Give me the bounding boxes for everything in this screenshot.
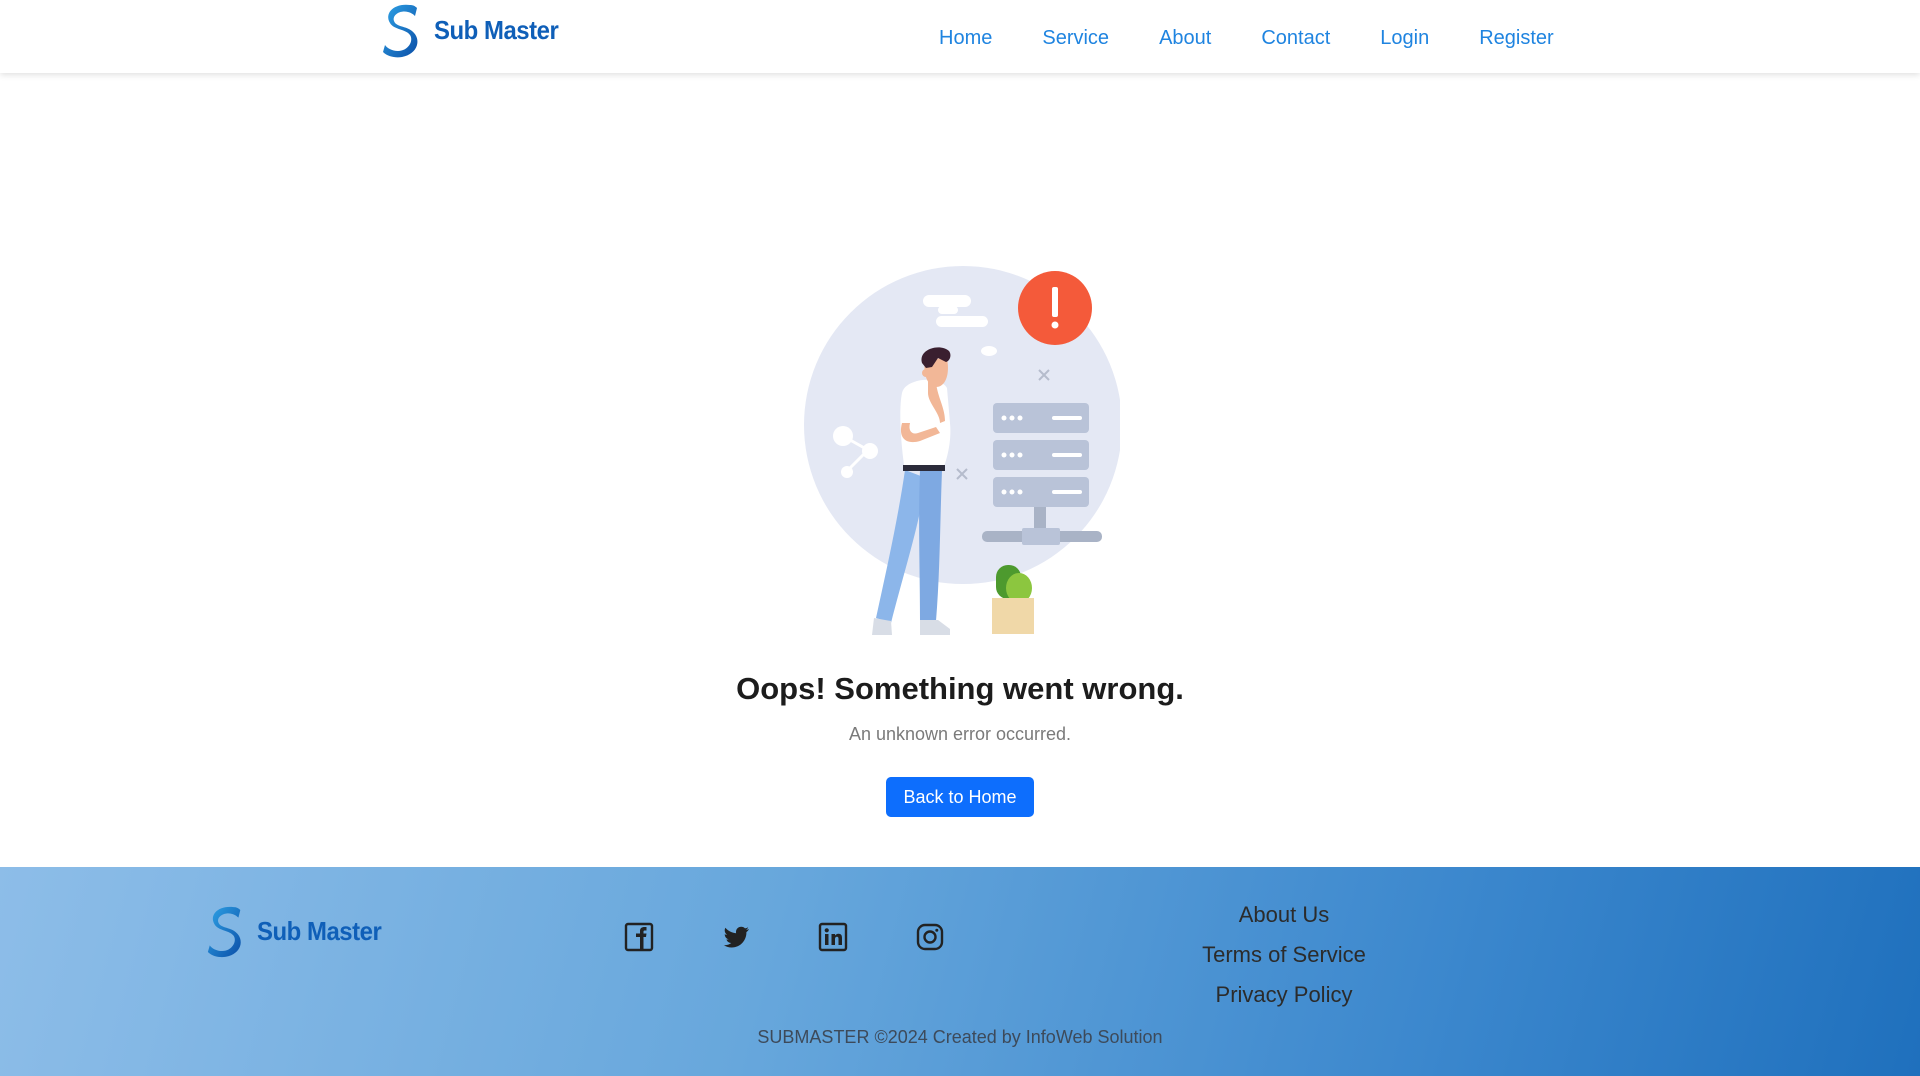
brand-logo-link[interactable]: Sub Master <box>380 0 569 60</box>
footer: Sub Master About Us Terms of Service Pri… <box>0 867 1920 1076</box>
instagram-icon[interactable] <box>913 920 947 954</box>
main-nav: Home Service About Contact Login Registe… <box>939 24 1604 52</box>
twitter-icon[interactable] <box>719 920 753 954</box>
error-title: Oops! Something went wrong. <box>736 671 1184 706</box>
nav-contact[interactable]: Contact <box>1261 24 1330 52</box>
social-links <box>622 920 1010 954</box>
facebook-icon[interactable] <box>622 920 656 954</box>
footer-link-about-us[interactable]: About Us <box>1134 895 1434 935</box>
sub-master-logo-icon <box>207 906 241 958</box>
back-to-home-button[interactable]: Back to Home <box>886 777 1034 817</box>
footer-link-privacy-policy[interactable]: Privacy Policy <box>1134 975 1434 1015</box>
server-error-illustration <box>804 266 1120 635</box>
copyright-text: SUBMASTER ©2024 Created by InfoWeb Solut… <box>757 1027 1163 1047</box>
footer-brand-name: Sub Master <box>257 915 382 946</box>
nav-login[interactable]: Login <box>1380 24 1429 52</box>
footer-brand-link[interactable]: Sub Master <box>205 901 392 961</box>
error-content: Oops! Something went wrong. An unknown e… <box>0 73 1920 867</box>
footer-link-terms-of-service[interactable]: Terms of Service <box>1134 935 1434 975</box>
error-message: An unknown error occurred. <box>848 724 1072 744</box>
sub-master-logo-icon <box>383 4 418 58</box>
nav-register[interactable]: Register <box>1479 24 1553 52</box>
nav-about[interactable]: About <box>1159 24 1211 52</box>
linkedin-icon[interactable] <box>816 920 850 954</box>
nav-home[interactable]: Home <box>939 24 992 52</box>
brand-name: Sub Master <box>434 14 559 45</box>
footer-links: About Us Terms of Service Privacy Policy <box>1134 895 1434 1015</box>
navbar: Sub Master Home Service About Contact Lo… <box>0 0 1920 73</box>
nav-service[interactable]: Service <box>1042 24 1109 52</box>
